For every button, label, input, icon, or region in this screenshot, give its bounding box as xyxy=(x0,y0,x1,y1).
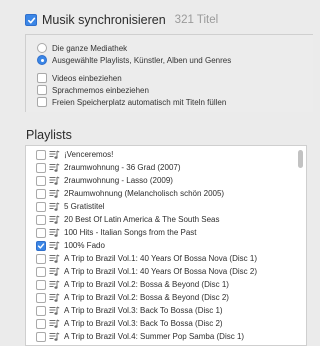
option-label: Freien Speicherplatz automatisch mit Tit… xyxy=(52,97,227,107)
playlist-checkbox[interactable] xyxy=(36,227,46,238)
playlist-icon xyxy=(49,293,60,302)
playlist-row[interactable]: 2raumwohnung - Lasso (2009) xyxy=(26,174,296,187)
playlist-row[interactable]: 100% Fado xyxy=(26,239,296,252)
playlist-label: A Trip to Brazil Vol.2: Bossa & Beyond (… xyxy=(64,280,229,289)
playlist-icon xyxy=(49,254,60,263)
option-label: Die ganze Mediathek xyxy=(52,43,128,53)
playlist-row[interactable]: A Trip to Brazil Vol.3: Back To Bossa (D… xyxy=(26,304,296,317)
playlist-checkbox[interactable] xyxy=(36,162,46,173)
playlist-checkbox[interactable] xyxy=(36,201,46,212)
playlist-icon xyxy=(49,332,60,341)
playlist-checkbox[interactable] xyxy=(36,331,46,342)
playlist-icon xyxy=(49,319,60,328)
playlist-icon xyxy=(49,176,60,185)
scrollbar-thumb[interactable] xyxy=(298,150,303,168)
playlist-label: 2raumwohnung - Lasso (2009) xyxy=(64,176,173,185)
option-selected-items[interactable]: Ausgewählte Playlists, Künstler, Alben u… xyxy=(37,54,231,66)
playlist-label: 20 Best Of Latin America & The South Sea… xyxy=(64,215,220,224)
playlist-label: A Trip to Brazil Vol.4: Summer Pop Samba… xyxy=(64,332,245,341)
option-autofill-free-space[interactable]: Freien Speicherplatz automatisch mit Tit… xyxy=(37,96,226,108)
playlist-checkbox[interactable] xyxy=(36,188,46,199)
checkmark-icon xyxy=(27,17,35,23)
playlist-row[interactable]: 20 Best Of Latin America & The South Sea… xyxy=(26,213,296,226)
playlist-label: 2Raumwohnung (Melancholisch schön 2005) xyxy=(64,189,225,198)
autofill-free-space-checkbox[interactable] xyxy=(37,97,47,107)
include-videos-checkbox[interactable] xyxy=(37,73,47,83)
playlist-icon xyxy=(49,202,60,211)
playlist-checkbox[interactable] xyxy=(36,279,46,290)
playlist-label: A Trip to Brazil Vol.2: Bossa & Beyond (… xyxy=(64,293,229,302)
playlist-row[interactable]: ¡Venceremos! xyxy=(26,148,296,161)
playlist-checkbox[interactable] xyxy=(36,149,46,160)
playlist-icon xyxy=(49,280,60,289)
playlist-checkbox[interactable] xyxy=(36,240,46,251)
playlist-icon xyxy=(49,267,60,276)
sync-music-checkbox[interactable] xyxy=(25,14,37,26)
radio-selected-items[interactable] xyxy=(37,55,47,65)
playlist-row[interactable]: A Trip to Brazil Vol.1: 40 Years Of Boss… xyxy=(26,252,296,265)
playlist-label: 2raumwohnung - 36 Grad (2007) xyxy=(64,163,181,172)
playlist-checkbox[interactable] xyxy=(36,175,46,186)
playlists-scrollbar[interactable] xyxy=(297,149,305,344)
sync-music-label: Musik synchronisieren xyxy=(42,13,166,27)
playlist-icon xyxy=(49,228,60,237)
playlist-row[interactable]: 2Raumwohnung (Melancholisch schön 2005) xyxy=(26,187,296,200)
playlist-row[interactable]: A Trip to Brazil Vol.1: 40 Years Of Boss… xyxy=(26,265,296,278)
playlist-checkbox[interactable] xyxy=(36,266,46,277)
playlist-label: A Trip to Brazil Vol.3: Back To Bossa (D… xyxy=(64,319,223,328)
playlist-row[interactable]: A Trip to Brazil Vol.2: Bossa & Beyond (… xyxy=(26,278,296,291)
playlist-icon xyxy=(49,215,60,224)
playlist-icon xyxy=(49,163,60,172)
playlist-icon xyxy=(49,189,60,198)
playlist-checkbox[interactable] xyxy=(36,318,46,329)
playlist-label: ¡Venceremos! xyxy=(64,150,114,159)
playlist-checkbox[interactable] xyxy=(36,214,46,225)
playlist-checkbox[interactable] xyxy=(36,305,46,316)
playlist-icon xyxy=(49,150,60,159)
option-include-videos[interactable]: Videos einbeziehen xyxy=(37,72,122,84)
playlist-icon xyxy=(49,241,60,250)
option-include-voice-memos[interactable]: Sprachmemos einbeziehen xyxy=(37,84,149,96)
playlists-heading: Playlists xyxy=(26,128,72,142)
sync-music-row: Musik synchronisieren 321 Titel xyxy=(25,12,218,28)
playlist-label: A Trip to Brazil Vol.3: Back To Bossa (D… xyxy=(64,306,223,315)
option-label: Videos einbeziehen xyxy=(52,73,122,83)
include-voice-memos-checkbox[interactable] xyxy=(37,85,47,95)
playlist-row[interactable]: 5 Gratistitel xyxy=(26,200,296,213)
playlist-row[interactable]: 2raumwohnung - 36 Grad (2007) xyxy=(26,161,296,174)
sync-options-panel: Die ganze Mediathek Ausgewählte Playlist… xyxy=(25,34,313,112)
option-entire-library[interactable]: Die ganze Mediathek xyxy=(37,42,127,54)
playlist-row[interactable]: A Trip to Brazil Vol.2: Bossa & Beyond (… xyxy=(26,291,296,304)
playlist-row[interactable]: 100 Hits - Italian Songs from the Past xyxy=(26,226,296,239)
option-label: Sprachmemos einbeziehen xyxy=(52,85,149,95)
track-count: 321 Titel xyxy=(174,14,219,26)
playlist-checkbox[interactable] xyxy=(36,253,46,264)
option-label: Ausgewählte Playlists, Künstler, Alben u… xyxy=(52,55,232,65)
playlist-label: 5 Gratistitel xyxy=(64,202,105,211)
playlist-row[interactable]: A Trip to Brazil Vol.4: Summer Pop Samba… xyxy=(26,330,296,343)
playlist-label: 100% Fado xyxy=(64,241,105,250)
playlist-row[interactable]: A Trip to Brazil Vol.3: Back To Bossa (D… xyxy=(26,317,296,330)
playlist-label: 100 Hits - Italian Songs from the Past xyxy=(64,228,197,237)
playlist-label: A Trip to Brazil Vol.1: 40 Years Of Boss… xyxy=(64,267,257,276)
playlists-list[interactable]: ¡Venceremos! 2raumwohnung - 36 Grad (2007… xyxy=(25,145,307,346)
radio-entire-library[interactable] xyxy=(37,43,47,53)
playlist-checkbox[interactable] xyxy=(36,292,46,303)
playlist-icon xyxy=(49,306,60,315)
playlist-label: A Trip to Brazil Vol.1: 40 Years Of Boss… xyxy=(64,254,257,263)
checkmark-icon xyxy=(37,242,45,249)
